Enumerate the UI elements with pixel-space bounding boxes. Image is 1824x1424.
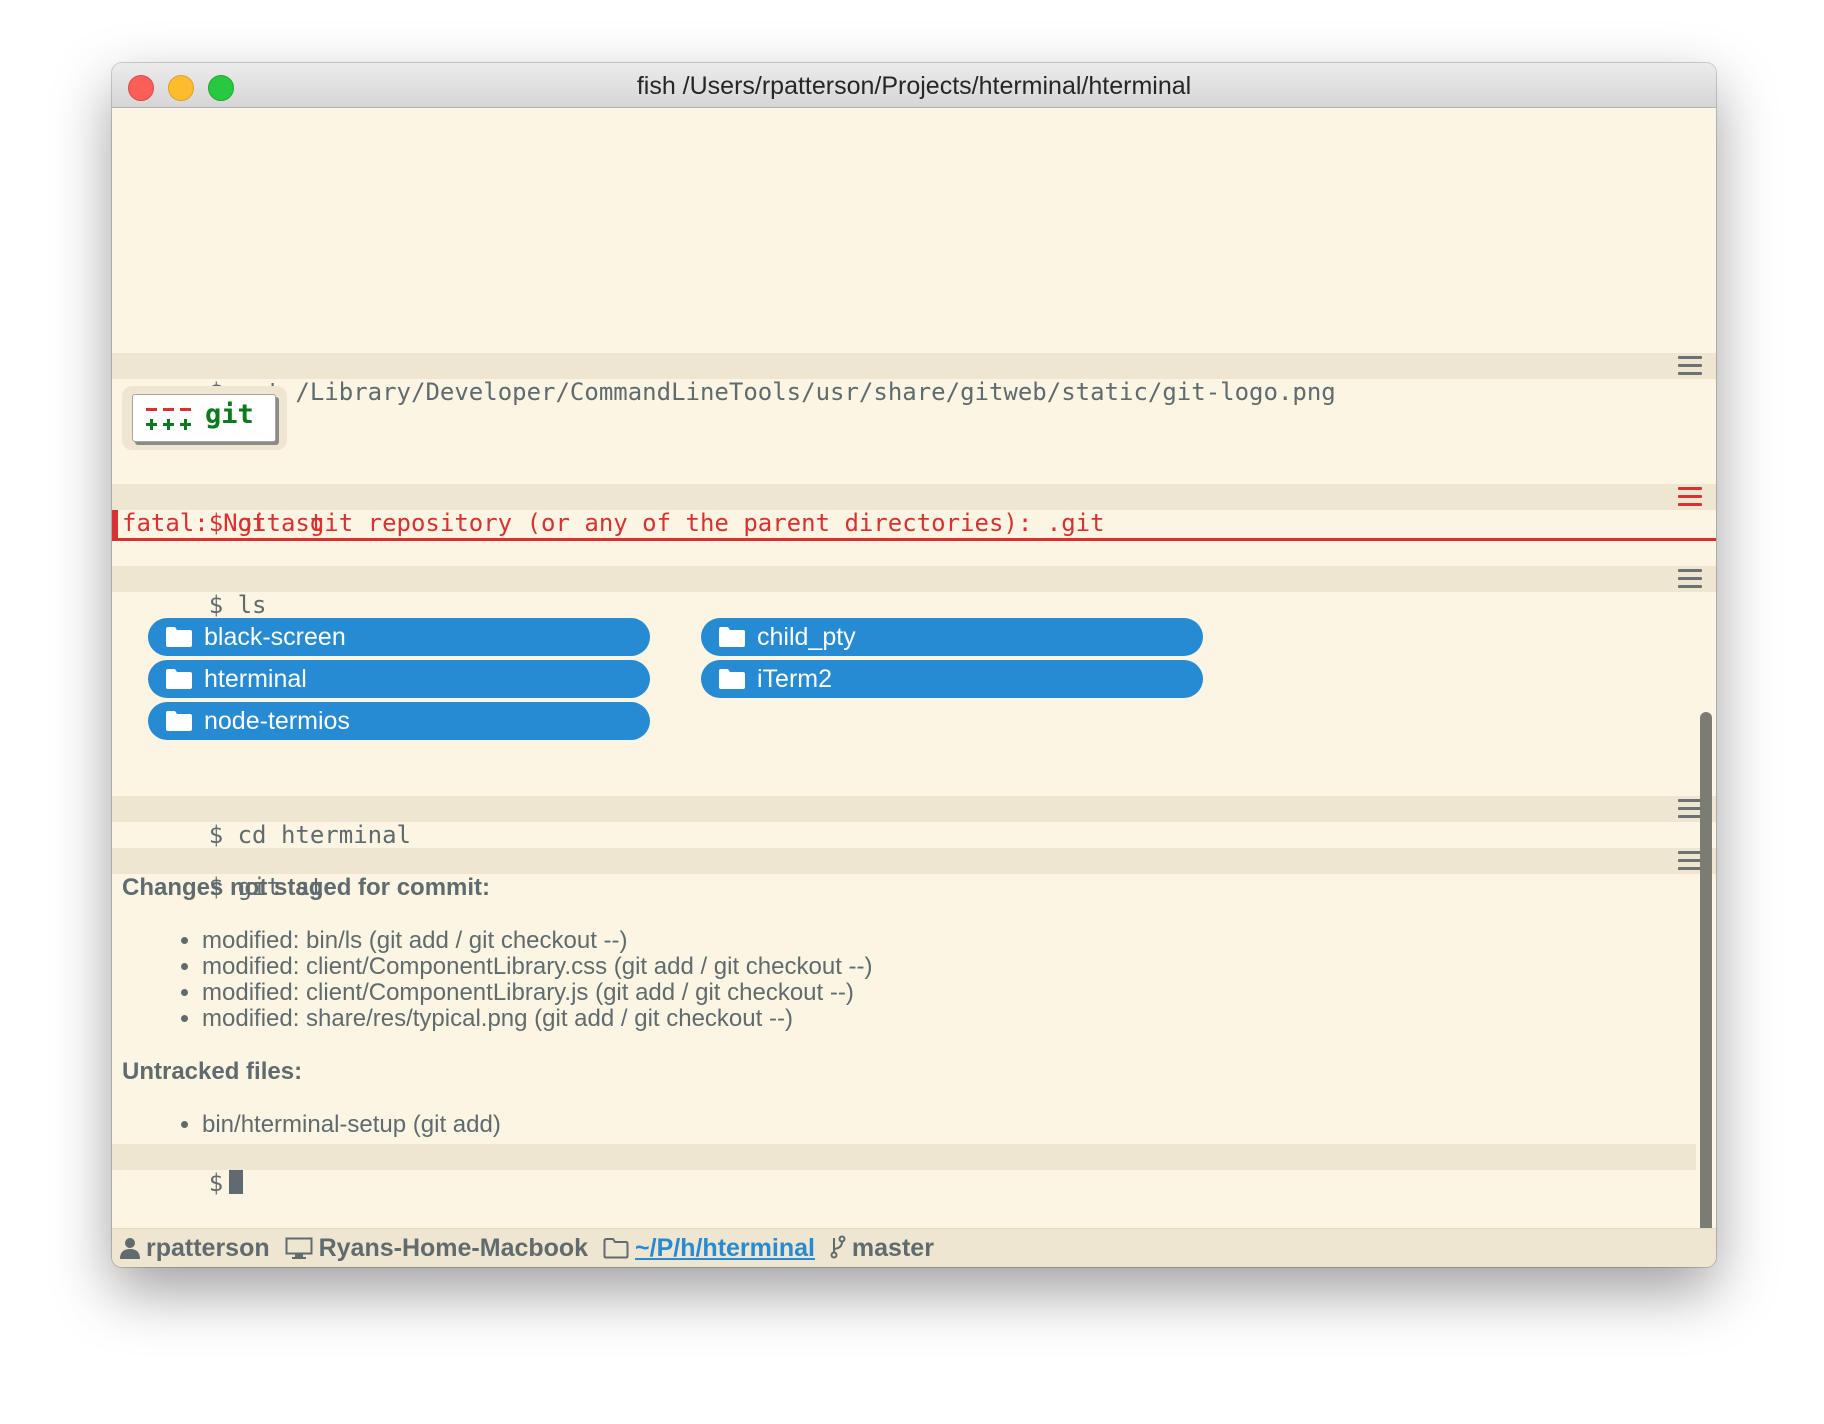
menu-icon[interactable] <box>1678 487 1702 507</box>
folder-label: hterminal <box>204 665 307 693</box>
status-footer: rpatterson Ryans-Home-Macbook ~/P/h/hter… <box>112 1228 1716 1267</box>
git-logo-text: git <box>205 399 254 430</box>
window-title: fish /Users/rpatterson/Projects/htermina… <box>636 72 1192 100</box>
prompt-symbol: $ <box>208 1169 224 1197</box>
changes-heading: Changes not staged for commit: <box>122 874 491 901</box>
hostname: Ryans-Home-Macbook <box>318 1234 589 1262</box>
folder-item[interactable]: black-screen <box>148 618 650 656</box>
scrollbar[interactable] <box>1700 712 1712 1266</box>
command-text: $ cd hterminal <box>208 821 411 849</box>
command-line-ls: $ ls <box>112 566 1716 618</box>
folder-item[interactable]: node-termios <box>148 702 650 740</box>
untracked-heading: Untracked files: <box>122 1058 303 1085</box>
change-item: modified: client/ComponentLibrary.js (gi… <box>202 980 1696 1006</box>
menu-icon[interactable] <box>1678 851 1702 871</box>
path-link[interactable]: ~/P/h/hterminal <box>635 1234 815 1262</box>
command-text: $ ls <box>208 591 267 619</box>
folder-item[interactable]: iTerm2 <box>701 660 1203 698</box>
folder-item[interactable]: hterminal <box>148 660 650 698</box>
untracked-list: bin/hterminal-setup (git add) <box>122 1112 1696 1138</box>
error-output: fatal: Not a git repository (or any of t… <box>112 510 1716 541</box>
branch-name: master <box>851 1234 934 1262</box>
branch-icon <box>830 1235 846 1259</box>
folder-icon <box>166 627 192 647</box>
terminal-output[interactable]: $ cat /Library/Developer/CommandLineTool… <box>112 108 1716 1267</box>
change-item: modified: bin/ls (git add / git checkout… <box>202 928 1696 954</box>
image-output: git <box>122 386 287 450</box>
folder-label: child_pty <box>757 623 856 651</box>
change-item: modified: share/res/typical.png (git add… <box>202 1006 1696 1032</box>
changes-list: modified: bin/ls (git add / git checkout… <box>122 928 1696 1032</box>
folder-outline-icon <box>603 1238 629 1259</box>
folder-icon <box>166 669 192 689</box>
command-line-git-error: $ git st <box>112 484 1716 536</box>
folder-icon <box>719 627 745 647</box>
untracked-item: bin/hterminal-setup (git add) <box>202 1112 1696 1138</box>
menu-icon[interactable] <box>1678 799 1702 819</box>
terminal-window: fish /Users/rpatterson/Projects/htermina… <box>112 63 1716 1267</box>
path-segment: ~/P/h/hterminal <box>603 1229 815 1267</box>
folder-icon <box>719 669 745 689</box>
folder-item[interactable]: child_pty <box>701 618 1203 656</box>
change-item: modified: client/ComponentLibrary.css (g… <box>202 954 1696 980</box>
branch-segment: master <box>830 1229 934 1267</box>
command-line-git-status: $ git st <box>112 848 1716 900</box>
host-segment: Ryans-Home-Macbook <box>285 1229 589 1267</box>
folder-icon <box>166 711 192 731</box>
username: rpatterson <box>146 1234 270 1262</box>
title-bar: fish /Users/rpatterson/Projects/htermina… <box>112 63 1716 108</box>
command-text: $ cat /Library/Developer/CommandLineTool… <box>208 378 1336 406</box>
folder-label: iTerm2 <box>757 665 833 693</box>
git-status-output: Changes not staged for commit: modified:… <box>122 874 1696 1138</box>
folder-label: black-screen <box>204 623 346 651</box>
user-icon <box>120 1238 140 1259</box>
menu-icon[interactable] <box>1678 569 1702 589</box>
menu-icon[interactable] <box>1678 356 1702 376</box>
input-line[interactable]: $ <box>112 1144 1696 1196</box>
folder-label: node-termios <box>204 707 350 735</box>
user-segment: rpatterson <box>120 1229 270 1267</box>
command-line-cd: $ cd hterminal <box>112 796 1716 848</box>
command-line-cat: $ cat /Library/Developer/CommandLineTool… <box>112 353 1716 405</box>
git-logo-image: git <box>132 394 276 442</box>
monitor-icon <box>285 1237 313 1259</box>
git-logo-mark <box>146 408 191 430</box>
text-cursor <box>229 1170 244 1194</box>
